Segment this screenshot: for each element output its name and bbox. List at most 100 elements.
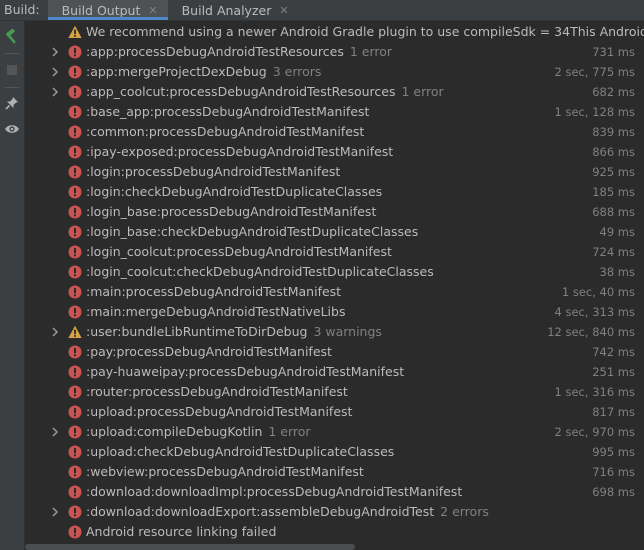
task-duration: 698 ms [592, 485, 635, 499]
task-name: :user:bundleLibRuntimeToDirDebug 3 warnin… [86, 322, 382, 342]
task-name: :app:processDebugAndroidTestResources 1 e… [86, 42, 392, 62]
task-label: :login:processDebugAndroidTestManifest [86, 164, 341, 179]
tree-row[interactable]: :app_coolcut:processDebugAndroidTestReso… [25, 82, 644, 102]
horizontal-scrollbar[interactable] [25, 542, 644, 550]
tree-row[interactable]: :login_base:processDebugAndroidTestManif… [25, 202, 644, 222]
tree-row[interactable]: We recommend using a newer Android Gradl… [25, 22, 644, 42]
chevron-right-icon[interactable] [49, 42, 61, 62]
chevron-right-icon[interactable] [49, 502, 61, 522]
tree-row[interactable]: :base_app:processDebugAndroidTestManifes… [25, 102, 644, 122]
task-name: :common:processDebugAndroidTestManifest [86, 122, 364, 142]
tab-build-output[interactable]: Build Output ✕ [47, 0, 168, 20]
task-name: :upload:compileDebugKotlin 1 error [86, 422, 311, 442]
tree-row[interactable]: :login_coolcut:checkDebugAndroidTestDupl… [25, 262, 644, 282]
task-label: :router:processDebugAndroidTestManifest [86, 384, 348, 399]
task-duration: 742 ms [592, 345, 635, 359]
task-duration: 716 ms [592, 465, 635, 479]
tree-row[interactable]: :app:processDebugAndroidTestResources 1 e… [25, 42, 644, 62]
tree-row[interactable]: :pay-huaweipay:processDebugAndroidTestMa… [25, 362, 644, 382]
tree-row[interactable]: :app:mergeProjectDexDebug 3 errors 2 sec, … [25, 62, 644, 82]
task-name: We recommend using a newer Android Gradl… [86, 22, 644, 42]
task-label: Android resource linking failed [86, 524, 277, 539]
task-label: :login_coolcut:checkDebugAndroidTestDupl… [86, 264, 434, 279]
task-name: :app:mergeProjectDexDebug 3 errors [86, 62, 321, 82]
task-label: :login:checkDebugAndroidTestDuplicateCla… [86, 184, 383, 199]
tree-row[interactable]: :upload:processDebugAndroidTestManifest 8… [25, 402, 644, 422]
issue-count: 1 error [268, 424, 311, 439]
tree-row[interactable]: :download:downloadExport:assembleDebugAn… [25, 502, 644, 522]
tree-row[interactable]: :user:bundleLibRuntimeToDirDebug 3 warnin… [25, 322, 644, 342]
tree-row[interactable]: :upload:compileDebugKotlin 1 error 2 sec, … [25, 422, 644, 442]
task-label: :webview:processDebugAndroidTestManifest [86, 464, 364, 479]
error-icon [68, 525, 82, 539]
task-label: We recommend using a newer Android Gradl… [86, 24, 644, 39]
tree-row[interactable]: :login_base:checkDebugAndroidTestDuplica… [25, 222, 644, 242]
tab-label: Build Output [61, 2, 141, 18]
issue-count: 1 error [401, 84, 444, 99]
close-icon[interactable]: ✕ [148, 4, 157, 17]
task-duration: 49 ms [599, 225, 635, 239]
error-icon [68, 405, 82, 419]
tree-row[interactable]: :login_coolcut:processDebugAndroidTestMa… [25, 242, 644, 262]
error-icon [68, 485, 82, 499]
pin-icon[interactable] [0, 92, 24, 114]
error-icon [68, 285, 82, 299]
chevron-right-icon[interactable] [49, 322, 61, 342]
task-duration: 731 ms [592, 45, 635, 59]
error-icon [68, 445, 82, 459]
error-icon [68, 345, 82, 359]
tree-row[interactable]: :webview:processDebugAndroidTestManifest… [25, 462, 644, 482]
task-name: Android resource linking failed [86, 522, 276, 542]
error-icon [68, 45, 82, 59]
tab-build-analyzer[interactable]: Build Analyzer ✕ [168, 0, 299, 20]
error-icon [68, 145, 82, 159]
task-name: :main:processDebugAndroidTestManifest [86, 282, 341, 302]
close-icon[interactable]: ✕ [279, 4, 288, 17]
task-name: :main:mergeDebugAndroidTestNativeLibs [86, 302, 345, 322]
task-label: :login_coolcut:processDebugAndroidTestMa… [86, 244, 392, 259]
issue-count: 3 errors [272, 64, 322, 79]
task-name: :base_app:processDebugAndroidTestManifes… [86, 102, 369, 122]
tree-row[interactable]: :pay:processDebugAndroidTestManifest 742 … [25, 342, 644, 362]
task-name: :download:downloadExport:assembleDebugAn… [86, 502, 489, 522]
chevron-right-icon[interactable] [49, 422, 61, 442]
task-name: :login_coolcut:checkDebugAndroidTestDupl… [86, 262, 434, 282]
task-label: :base_app:processDebugAndroidTestManifes… [86, 104, 370, 119]
task-label: :app:processDebugAndroidTestResources [86, 44, 344, 59]
task-name: :ipay-exposed:processDebugAndroidTestMan… [86, 142, 393, 162]
task-duration: 724 ms [592, 245, 635, 259]
task-name: :login_base:processDebugAndroidTestManif… [86, 202, 376, 222]
warning-icon [68, 25, 82, 39]
task-name: :login:checkDebugAndroidTestDuplicateCla… [86, 182, 382, 202]
task-name: :app_coolcut:processDebugAndroidTestReso… [86, 82, 444, 102]
task-duration: 1 sec, 316 ms [554, 385, 635, 399]
task-duration: 995 ms [592, 445, 635, 459]
eye-icon[interactable] [0, 118, 24, 140]
tree-row[interactable]: :ipay-exposed:processDebugAndroidTestMan… [25, 142, 644, 162]
error-icon [68, 185, 82, 199]
tree-row[interactable]: :login:processDebugAndroidTestManifest 92… [25, 162, 644, 182]
tree-row[interactable]: :main:mergeDebugAndroidTestNativeLibs 4 s… [25, 302, 644, 322]
scroll-thumb[interactable] [25, 544, 355, 550]
issue-count: 3 warnings [313, 324, 382, 339]
tree-row[interactable]: :main:processDebugAndroidTestManifest 1 s… [25, 282, 644, 302]
tree-row[interactable]: :download:downloadImpl:processDebugAndro… [25, 482, 644, 502]
error-icon [68, 425, 82, 439]
build-output-tree[interactable]: We recommend using a newer Android Gradl… [25, 22, 644, 542]
chevron-right-icon[interactable] [49, 82, 61, 102]
error-icon [68, 85, 82, 99]
task-label: :login_base:processDebugAndroidTestManif… [86, 204, 377, 219]
tree-row[interactable]: :upload:checkDebugAndroidTestDuplicateCl… [25, 442, 644, 462]
tree-row[interactable]: :login:checkDebugAndroidTestDuplicateCla… [25, 182, 644, 202]
tree-row[interactable]: Android resource linking failed [25, 522, 644, 542]
tab-label: Build Analyzer [181, 2, 272, 18]
stop-icon[interactable] [0, 59, 24, 81]
task-duration: 839 ms [592, 125, 635, 139]
build-label: Build: [4, 2, 40, 17]
hammer-icon[interactable] [0, 26, 24, 48]
tree-row[interactable]: :router:processDebugAndroidTestManifest 1… [25, 382, 644, 402]
tree-row[interactable]: :common:processDebugAndroidTestManifest 8… [25, 122, 644, 142]
chevron-right-icon[interactable] [49, 62, 61, 82]
error-icon [68, 265, 82, 279]
task-duration: 185 ms [592, 185, 635, 199]
